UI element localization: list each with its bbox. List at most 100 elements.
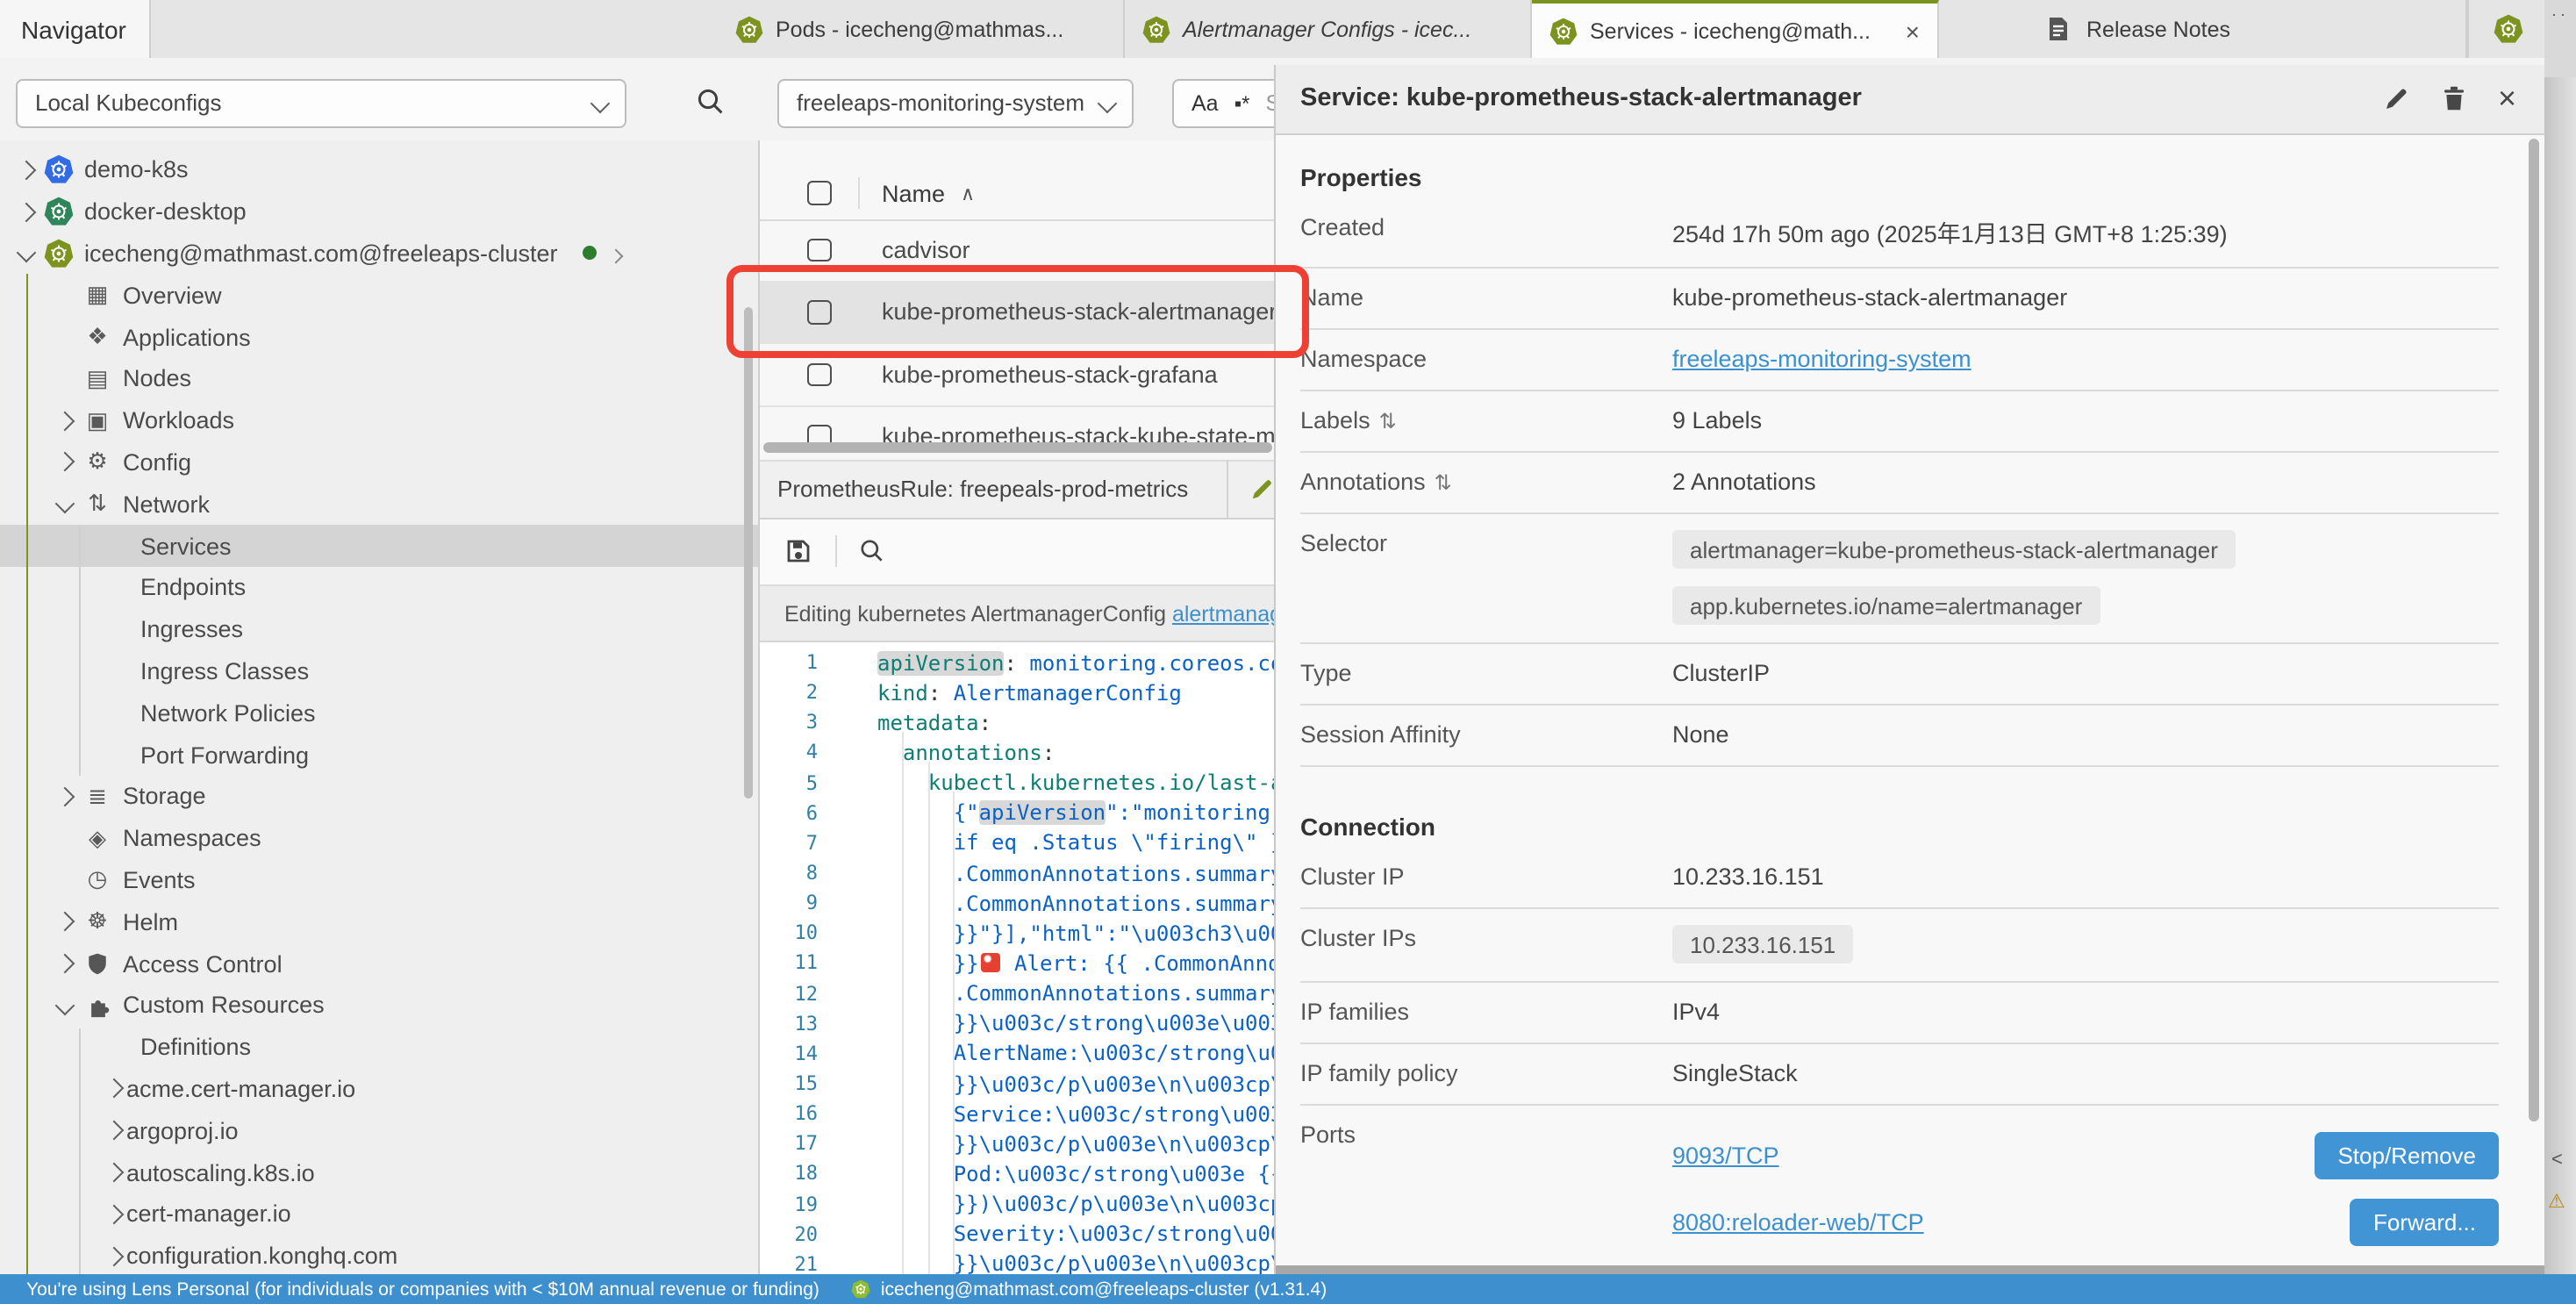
chevron-right-icon[interactable]: [14, 163, 39, 177]
port-link[interactable]: 8080:reloader-web/TCP: [1672, 1208, 1924, 1235]
chevron-right-icon[interactable]: [53, 413, 77, 427]
table-horizontal-scrollbar[interactable]: [763, 442, 1272, 453]
sidebar-item-network[interactable]: ⇅Network: [0, 484, 758, 526]
sidebar-item-services[interactable]: Services: [0, 525, 758, 567]
delete-trash-icon[interactable]: [2442, 84, 2468, 112]
tab-pods[interactable]: Pods - icecheng@mathmas...: [718, 0, 1125, 58]
sidebar-item-cert-manager-io[interactable]: cert-manager.io: [0, 1193, 758, 1236]
sidebar-item-configuration-konghq-com[interactable]: configuration.konghq.com: [0, 1235, 758, 1274]
sort-asc-icon[interactable]: ∧: [961, 182, 975, 204]
tab-alertmanager[interactable]: Alertmanager Configs - icec...: [1125, 0, 1532, 58]
namespace-select[interactable]: freeleaps-monitoring-system: [777, 78, 1134, 127]
sidebar-item-network-policies[interactable]: Network Policies: [0, 692, 758, 734]
regex-icon[interactable]: ▪*: [1234, 90, 1250, 115]
save-icon[interactable]: [784, 538, 812, 566]
sidebar-item-label: Storage: [123, 784, 206, 810]
sidebar-scrollbar[interactable]: [744, 307, 753, 799]
sidebar-item-applications[interactable]: ❖Applications: [0, 316, 758, 358]
edit-pencil-icon[interactable]: [2384, 84, 2412, 112]
shield-icon: [82, 951, 112, 976]
row-checkbox[interactable]: [807, 362, 831, 386]
ns-icon: ◈: [82, 824, 112, 852]
match-case-icon[interactable]: Aa: [1191, 90, 1219, 115]
chevron-down-icon[interactable]: [53, 498, 77, 512]
navigator-panel-tab[interactable]: Navigator: [0, 0, 151, 58]
sidebar-item-autoscaling-k8s-io[interactable]: autoscaling.k8s.io: [0, 1151, 758, 1193]
chevron-right-icon[interactable]: [53, 914, 77, 928]
sort-toggle-icon[interactable]: ⇅: [1379, 408, 1397, 433]
line-content: .CommonAnnotations.summary }}: [877, 891, 1321, 915]
sidebar-item-nodes[interactable]: ▤Nodes: [0, 358, 758, 400]
sidebar-item-definitions[interactable]: Definitions: [0, 1026, 758, 1068]
sidebar-item-access-control[interactable]: Access Control: [0, 942, 758, 985]
sidebar-item-demo-k8s[interactable]: demo-k8s: [0, 149, 758, 191]
drawer-scrollbar[interactable]: [2529, 138, 2539, 1121]
sidebar-item-storage[interactable]: ≣Storage: [0, 776, 758, 818]
cluster-status-text[interactable]: icecheng@mathmast.com@freeleaps-cluster …: [881, 1279, 1327, 1300]
chevron-right-icon[interactable]: [102, 1207, 126, 1222]
sidebar-item-config[interactable]: ⚙Config: [0, 441, 758, 484]
sidebar-item-label: autoscaling.k8s.io: [126, 1159, 315, 1186]
close-icon[interactable]: ×: [1895, 17, 1920, 45]
chevron-right-icon[interactable]: [14, 204, 39, 219]
name-column-header[interactable]: Name: [882, 180, 945, 206]
tab-services[interactable]: Services - icecheng@math...×: [1532, 0, 1939, 58]
code-token: Severity:\u003c/strong\u003e: [877, 1222, 1308, 1246]
drawer-horizontal-scrollbar[interactable]: [1275, 1265, 2544, 1274]
chevron-down-icon[interactable]: [53, 999, 77, 1013]
row-checkbox[interactable]: [807, 238, 831, 262]
chevron-down-icon[interactable]: [14, 247, 39, 261]
sort-toggle-icon[interactable]: ⇅: [1435, 469, 1452, 494]
sidebar-item-workloads[interactable]: ▣Workloads: [0, 400, 758, 442]
sidebar-item-argoproj-io[interactable]: argoproj.io: [0, 1110, 758, 1152]
indent-guide: [927, 762, 929, 1274]
sidebar-search-icon[interactable]: [695, 86, 726, 118]
sidebar-item-namespaces[interactable]: ◈Namespaces: [0, 818, 758, 860]
editor-search-icon[interactable]: [858, 538, 886, 566]
stop-remove-button[interactable]: Stop/Remove: [2315, 1131, 2499, 1179]
detail-label-text: IP families: [1300, 999, 1409, 1025]
chevron-right-icon[interactable]: [102, 1123, 126, 1137]
detail-row-ip-family-policy: IP family policySingleStack: [1300, 1043, 2499, 1105]
line-content: AlertName:\u003c/strong\u003e: [877, 1042, 1321, 1066]
chevron-right-icon[interactable]: [102, 1082, 126, 1096]
port-link[interactable]: 9093/TCP: [1672, 1142, 1779, 1168]
sidebar-item-ingress-classes[interactable]: Ingress Classes: [0, 650, 758, 692]
kubeconfig-select[interactable]: Local Kubeconfigs: [16, 78, 626, 127]
chevron-right-icon[interactable]: [53, 455, 77, 469]
namespace-link[interactable]: freeleaps-monitoring-system: [1672, 346, 1971, 372]
selector-badge: alertmanager=kube-prometheus-stack-alert…: [1672, 530, 2236, 569]
dock-tab-title[interactable]: PrometheusRule: freepeals-prod-metrics: [777, 476, 1188, 503]
tab-release[interactable]: Release Notes: [2029, 0, 2467, 58]
chevron-right-icon[interactable]: [102, 1165, 126, 1179]
chevron-right-icon[interactable]: [102, 1249, 126, 1263]
detail-row-labels: Labels⇅9 Labels: [1300, 390, 2499, 452]
line-content: }})\u003c/p\u003e\n\u003cp\u00: [877, 1192, 1334, 1216]
sidebar-item-label: icecheng@mathmast.com@freeleaps-cluster: [84, 240, 558, 267]
new-tab-kubernetes-icon[interactable]: [2467, 0, 2546, 58]
chevron-right-icon[interactable]: [53, 790, 77, 804]
chevron-right-icon[interactable]: [53, 957, 77, 971]
code-token: }}\u003c/p\u003e\n\u003cp\u003: [877, 1252, 1334, 1274]
license-status-text[interactable]: You're using Lens Personal (for individu…: [26, 1279, 819, 1300]
sidebar-item-ingresses[interactable]: Ingresses: [0, 609, 758, 651]
forward--button[interactable]: Forward...: [2351, 1198, 2499, 1245]
sidebar-item-port-forwarding[interactable]: Port Forwarding: [0, 734, 758, 776]
sidebar-item-acme-cert-manager-io[interactable]: acme.cert-manager.io: [0, 1068, 758, 1110]
sidebar-item-events[interactable]: ◷Events: [0, 859, 758, 901]
sidebar-item-endpoints[interactable]: Endpoints: [0, 567, 758, 609]
sidebar-item-helm[interactable]: ☸Helm: [0, 901, 758, 943]
line-content: kubectl.kubernetes.io/last-appli: [877, 770, 1334, 795]
kubernetes-icon: [44, 155, 74, 185]
edit-pencil-icon[interactable]: [1249, 476, 1276, 503]
row-checkbox[interactable]: [807, 425, 831, 441]
code-token: Pod:\u003c/strong\u003e {{ .Co: [877, 1162, 1334, 1186]
sidebar-item-docker-desktop[interactable]: docker-desktop: [0, 191, 758, 233]
select-all-checkbox[interactable]: [807, 182, 831, 205]
close-icon[interactable]: ×: [2498, 86, 2516, 111]
sidebar-item-icecheng-mathmast-com-freeleaps-cluster[interactable]: icecheng@mathmast.com@freeleaps-cluster: [0, 233, 758, 275]
chevron-right-icon[interactable]: [611, 240, 621, 267]
document-icon: [2046, 15, 2074, 43]
sidebar-item-overview[interactable]: ▦Overview: [0, 275, 758, 317]
sidebar-item-custom-resources[interactable]: Custom Resources: [0, 985, 758, 1027]
